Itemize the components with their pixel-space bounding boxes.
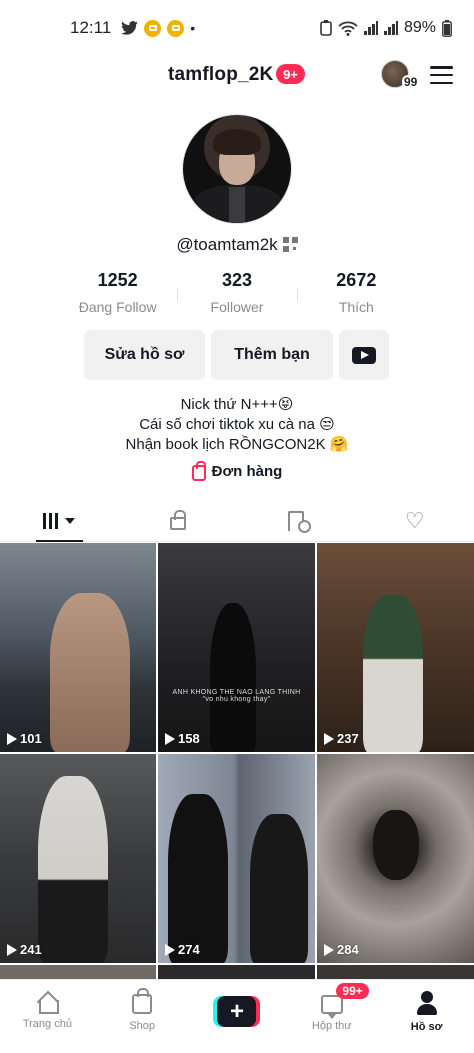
view-count: 101	[7, 731, 42, 746]
alarm-icon	[320, 20, 332, 36]
grid-icon	[43, 512, 76, 529]
status-notification-icons: •	[121, 19, 196, 37]
status-time: 12:11	[70, 18, 112, 37]
saved-icon	[288, 510, 312, 533]
profile-icon	[416, 991, 438, 1015]
play-icon	[165, 943, 175, 956]
bio-line: Nhận book lịch RỒNGCON2K 🤗	[125, 436, 349, 453]
profile-avatar[interactable]	[182, 114, 292, 224]
battery-icon	[442, 19, 452, 37]
profile-stats: 1252 Đang Follow 323 Follower 2672 Thích	[58, 270, 416, 318]
stat-followers[interactable]: 323 Follower	[177, 270, 296, 318]
home-icon	[35, 992, 60, 1014]
inbox-badge: 99+	[336, 983, 369, 999]
youtube-icon	[352, 346, 376, 364]
app-notification-icon	[167, 19, 185, 37]
liked-icon: ♡	[404, 507, 425, 533]
view-count: 158	[165, 731, 200, 746]
nav-label: Hồ sơ	[410, 1021, 443, 1033]
video-thumbnail[interactable]: 101	[0, 543, 156, 752]
view-count: 274	[165, 942, 200, 957]
stat-following[interactable]: 1252 Đang Follow	[58, 270, 177, 318]
bottom-navigation: Trang chủ Shop + 99+ Hộp thư Hồ sơ	[0, 979, 474, 1053]
qr-code-icon[interactable]	[282, 237, 298, 252]
notification-badge: 9+	[276, 64, 305, 84]
tab-liked[interactable]: ♡	[356, 500, 474, 541]
stat-label: Thích	[338, 299, 374, 315]
edit-profile-button[interactable]: Sửa hồ sơ	[84, 330, 205, 380]
video-thumbnail[interactable]: 274	[158, 754, 315, 963]
play-icon	[165, 732, 175, 745]
nav-inbox[interactable]: 99+ Hộp thư	[284, 980, 379, 1053]
nav-home[interactable]: Trang chủ	[0, 980, 95, 1053]
view-count: 241	[7, 942, 42, 957]
view-count: 237	[324, 731, 359, 746]
view-count: 284	[324, 942, 359, 957]
stat-value: 323	[221, 270, 253, 290]
nav-label: Shop	[129, 1020, 156, 1032]
youtube-button[interactable]	[339, 330, 389, 380]
nav-label: Trang chủ	[22, 1018, 72, 1030]
nav-shop[interactable]: Shop	[95, 980, 190, 1053]
orders-label: Đơn hàng	[211, 463, 283, 480]
wifi-icon	[338, 21, 358, 36]
more-dot-icon: •	[190, 20, 196, 36]
play-icon	[324, 732, 334, 745]
content-tabs: ♡	[0, 500, 474, 542]
video-thumbnail[interactable]: ANH KHONG THE NAO LANG THINH "vo nhu khon…	[158, 543, 315, 752]
orders-link[interactable]: Đơn hàng	[0, 461, 474, 481]
create-icon: +	[213, 996, 261, 1027]
video-grid: 101 ANH KHONG THE NAO LANG THINH "vo nhu …	[0, 543, 474, 963]
shop-icon	[132, 988, 153, 1014]
menu-icon[interactable]	[430, 66, 453, 84]
status-right: 89%	[320, 19, 452, 37]
nav-label: Hộp thư	[311, 1020, 352, 1032]
nav-profile[interactable]: Hồ sơ	[379, 980, 474, 1053]
handle-text: @toamtam2k	[176, 235, 278, 254]
stat-value: 1252	[97, 270, 138, 290]
twitter-icon	[121, 21, 139, 35]
nav-create[interactable]: +	[190, 980, 285, 1053]
profile-bio: Nick thứ N+++😝 Cái số chơi tiktok xu cà …	[0, 395, 474, 455]
stat-label: Đang Follow	[78, 299, 157, 315]
profile-handle: @toamtam2k	[0, 235, 474, 255]
account-count-badge: 99	[402, 75, 420, 89]
video-thumbnail[interactable]: 284	[317, 754, 474, 963]
video-thumbnail[interactable]: 241	[0, 754, 156, 963]
lock-icon	[169, 510, 186, 530]
play-icon	[324, 943, 334, 956]
tab-saved[interactable]	[237, 500, 356, 541]
video-row-partial	[0, 965, 474, 979]
video-thumbnail[interactable]	[158, 965, 315, 979]
video-thumbnail[interactable]	[317, 965, 474, 979]
battery-percent: 89%	[403, 19, 436, 36]
stat-label: Follower	[210, 299, 264, 315]
tab-videos[interactable]	[0, 500, 119, 542]
add-friend-button[interactable]: Thêm bạn	[211, 330, 333, 380]
signal-icon	[363, 21, 378, 35]
signal-icon	[383, 21, 398, 35]
video-thumbnail[interactable]	[0, 965, 156, 979]
profile-header: tamflop_2K 9+ 99	[0, 58, 474, 94]
play-icon	[7, 943, 17, 956]
stat-value: 2672	[336, 270, 377, 290]
video-thumbnail[interactable]: 237	[317, 543, 474, 752]
video-caption: ANH KHONG THE NAO LANG THINH "vo nhu khon…	[172, 689, 301, 703]
status-bar: 12:11 • 89%	[0, 0, 474, 56]
tab-private[interactable]	[119, 500, 238, 541]
bio-line: Nick thứ N+++😝	[180, 396, 294, 413]
stat-likes[interactable]: 2672 Thích	[296, 270, 416, 318]
play-icon	[7, 732, 17, 745]
account-switcher[interactable]: tamflop_2K	[168, 64, 273, 86]
shopping-bag-icon	[191, 461, 206, 481]
bio-line: Cái số chơi tiktok xu cà na 😒	[139, 416, 335, 433]
app-notification-icon	[144, 19, 162, 37]
